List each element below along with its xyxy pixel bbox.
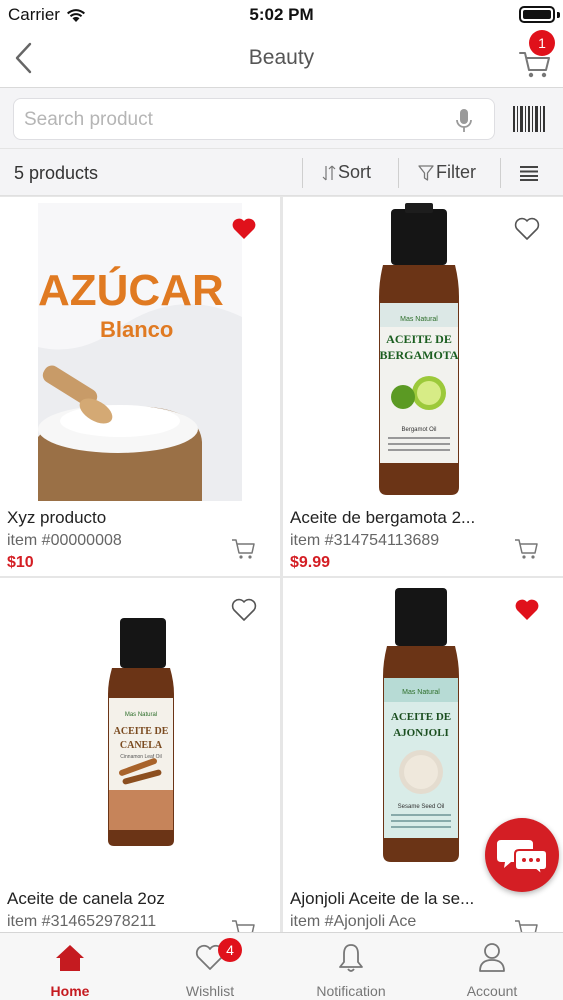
product-card[interactable]: Mas Natural ACEITE DE BERGAMOTA Bergamot… <box>283 197 563 576</box>
product-price: $9.99 <box>290 554 331 571</box>
tab-notification[interactable]: Notification <box>281 933 421 1000</box>
bottle-sub-label: Sesame Seed Oil <box>398 804 445 810</box>
tab-label: Account <box>466 983 518 999</box>
tab-account[interactable]: Account <box>422 933 562 1000</box>
product-price: $10 <box>7 554 34 571</box>
bottle-brand: Mas Natural <box>125 712 157 718</box>
navigation-bar: Beauty <box>0 30 563 88</box>
tab-label: Notification <box>316 983 386 999</box>
sort-button[interactable]: Sort <box>322 162 371 183</box>
product-name: Ajonjoli Aceite de la se... <box>290 889 475 908</box>
bottle-label-line1: ACEITE DE <box>114 726 169 737</box>
favorite-heart-icon[interactable] <box>514 598 540 622</box>
battery-icon <box>519 6 555 23</box>
status-time: 5:02 PM <box>249 5 314 24</box>
barcode-icon[interactable] <box>512 106 546 132</box>
product-sku: item #314652978211 <box>7 913 157 930</box>
wishlist-count-badge: 4 <box>218 938 242 962</box>
chat-bubbles-icon <box>497 840 548 878</box>
sugar-sub-text: Blanco <box>100 317 173 342</box>
toolbar-divider <box>302 158 303 188</box>
cart-count-badge: 1 <box>529 30 555 56</box>
favorite-heart-icon[interactable] <box>231 598 257 622</box>
tab-wishlist[interactable]: 4 Wishlist <box>140 933 280 1000</box>
filter-button[interactable]: Filter <box>418 162 476 183</box>
product-sku: item #00000008 <box>7 532 122 549</box>
battery-nub <box>557 12 560 18</box>
favorite-heart-icon[interactable] <box>514 217 540 241</box>
list-view-icon[interactable] <box>520 165 538 181</box>
add-to-cart-icon[interactable] <box>231 537 257 561</box>
product-sku: item #Ajonjoli Ace <box>290 913 417 930</box>
search-bar <box>0 88 563 148</box>
bottom-tab-bar: Home 4 Wishlist Notification Account <box>0 932 563 1000</box>
product-image: AZÚCAR Blanco <box>38 203 242 501</box>
toolbar-divider <box>500 158 501 188</box>
product-name: Aceite de bergamota 2... <box>290 508 476 527</box>
tab-label: Wishlist <box>185 983 235 999</box>
bottle-label-line2: BERGAMOTA <box>379 348 458 362</box>
add-to-cart-icon[interactable] <box>514 918 540 932</box>
bottle-brand: Mas Natural <box>402 689 440 696</box>
chat-button[interactable] <box>485 818 559 892</box>
product-card[interactable]: Mas Natural ACEITE DE CANELA Cinnamon Le… <box>0 578 280 932</box>
bell-icon <box>339 944 363 972</box>
sort-icon <box>322 165 336 180</box>
add-to-cart-icon[interactable] <box>514 537 540 561</box>
product-image: Mas Natural ACEITE DE BERGAMOTA Bergamot… <box>379 203 459 495</box>
product-name: Aceite de canela 2oz <box>7 889 165 908</box>
tab-home[interactable]: Home <box>0 933 140 1000</box>
bottle-label-line1: ACEITE DE <box>391 711 451 723</box>
page-title: Beauty <box>248 46 315 69</box>
product-grid: AZÚCAR Blanco Xyz producto item #0000000… <box>0 196 563 932</box>
product-card[interactable]: AZÚCAR Blanco Xyz producto item #0000000… <box>0 197 280 576</box>
filter-icon <box>418 164 434 181</box>
results-toolbar: 5 products Sort Filter <box>0 148 563 196</box>
status-bar: Carrier 5:02 PM <box>0 0 563 30</box>
bottle-label-line2: CANELA <box>120 740 163 751</box>
tab-label: Home <box>50 983 90 999</box>
bottle-sub-label: Bergamot Oil <box>401 427 436 433</box>
toolbar-divider <box>398 158 399 188</box>
home-icon <box>56 945 84 971</box>
search-field <box>13 98 495 140</box>
favorite-heart-icon[interactable] <box>231 217 257 241</box>
search-input[interactable] <box>24 107 434 133</box>
product-sku: item #314754113689 <box>290 532 440 549</box>
add-to-cart-icon[interactable] <box>231 918 257 932</box>
sugar-brand-text: AZÚCAR <box>38 265 224 315</box>
product-name: Xyz producto <box>7 508 107 527</box>
bottle-brand: Mas Natural <box>400 316 438 323</box>
bottle-label-line1: ACEITE DE <box>386 332 452 346</box>
microphone-icon[interactable] <box>454 107 474 135</box>
user-icon <box>479 943 505 972</box>
sort-label: Sort <box>338 162 372 182</box>
filter-label: Filter <box>436 162 476 182</box>
product-count: 5 products <box>14 163 99 183</box>
product-image: Mas Natural ACEITE DE CANELA Cinnamon Le… <box>108 618 174 846</box>
bottle-label-line2: AJONJOLI <box>393 727 449 739</box>
